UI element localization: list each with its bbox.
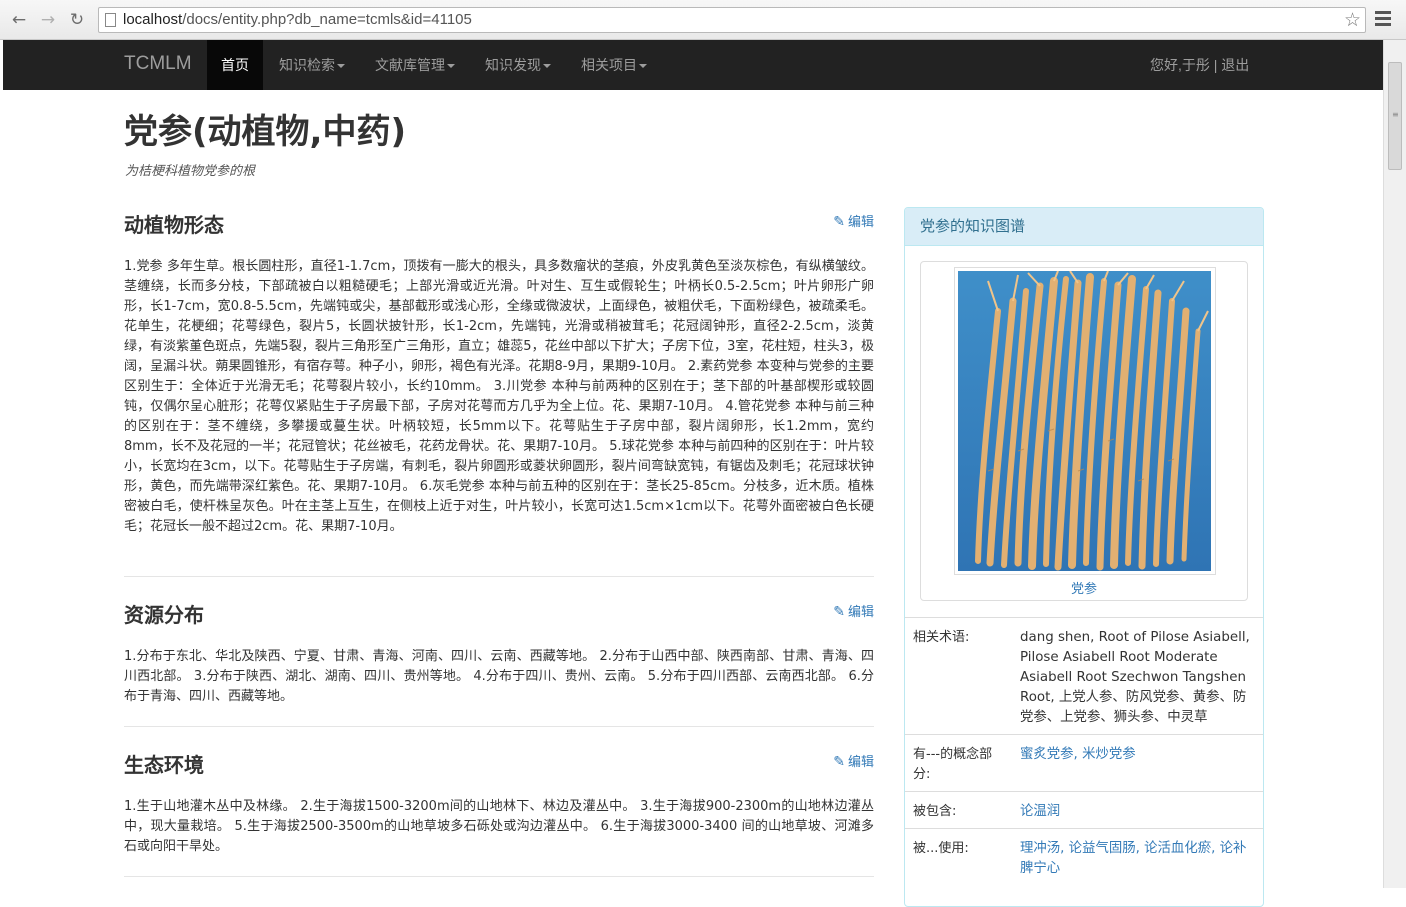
user-greeting-logout[interactable]: 您好,于彤 | 退出 xyxy=(1150,40,1249,90)
section-distribution: 资源分布 ✎ 编辑 1.分布于东北、华北及陕西、宁夏、甘肃、青海、河南、四川、云南… xyxy=(124,599,874,727)
property-row: 被...使用: 理冲汤, 论益气固肠, 论活血化瘀, 论补脾宁心 xyxy=(905,828,1263,889)
property-key: 被...使用: xyxy=(913,841,969,856)
caret-down-icon xyxy=(447,64,455,69)
brand-logo[interactable]: TCMLM xyxy=(124,53,192,75)
edit-label: 编辑 xyxy=(847,755,874,770)
page-title: 党参(动植物,中药) xyxy=(124,112,406,152)
nav-knowledge-discovery-label: 知识发现 xyxy=(485,57,541,73)
pencil-icon: ✎ xyxy=(833,754,845,770)
divider xyxy=(124,876,874,877)
grip-icon: ≡ xyxy=(1392,110,1399,119)
edit-link[interactable]: ✎ 编辑 xyxy=(833,601,874,620)
nav-knowledge-search[interactable]: 知识检索 xyxy=(279,40,345,90)
section-morphology: 动植物形态 ✎ 编辑 1.党参 多年生草。根长圆柱形，直径1-1.7cm，顶拨有一… xyxy=(124,209,874,577)
caret-down-icon xyxy=(337,64,345,69)
page-scrollbar[interactable]: ≡ xyxy=(1383,40,1406,888)
root-photo[interactable] xyxy=(954,267,1216,575)
divider xyxy=(124,726,874,727)
edit-link[interactable]: ✎ 编辑 xyxy=(833,751,874,770)
back-arrow-icon[interactable]: ← xyxy=(8,9,30,31)
nav-literature-management-label: 文献库管理 xyxy=(375,57,445,73)
url-text[interactable]: localhost/docs/entity.php?db_name=tcmls&… xyxy=(123,11,472,28)
forward-arrow-icon[interactable]: → xyxy=(37,9,59,31)
property-value-links[interactable]: 论温润 xyxy=(1020,802,1256,822)
nav-knowledge-search-label: 知识检索 xyxy=(279,57,335,73)
nav-literature-management[interactable]: 文献库管理 xyxy=(375,40,455,90)
divider xyxy=(124,576,874,577)
pencil-icon: ✎ xyxy=(833,214,845,230)
section-body: 1.生于山地灌木丛中及林缘。 2.生于海拔1500-3200m间的山地林下、林边… xyxy=(124,799,874,854)
nav-related-projects[interactable]: 相关项目 xyxy=(581,40,647,90)
section-body: 1.分布于东北、华北及陕西、宁夏、甘肃、青海、河南、四川、云南、西藏等地。 2.… xyxy=(124,649,874,704)
property-value: dang shen, Root of Pilose Asiabell, Pilo… xyxy=(1020,630,1250,725)
nav-related-projects-label: 相关项目 xyxy=(581,57,637,73)
caret-down-icon xyxy=(543,64,551,69)
url-path: /docs/entity.php?db_name=tcmls&id=41105 xyxy=(182,11,472,28)
edit-label: 编辑 xyxy=(847,215,874,230)
site-navbar: TCMLM 首页 知识检索 文献库管理 知识发现 相关项目 您好,于彤 | 退出 xyxy=(3,40,1383,90)
property-key: 有---的概念部分: xyxy=(913,747,993,782)
property-value-links[interactable]: 理冲汤, 论益气固肠, 论活血化瘀, 论补脾宁心 xyxy=(1020,839,1256,879)
image-caption[interactable]: 党参 xyxy=(921,578,1247,597)
page-subtitle: 为桔梗科植物党参的根 xyxy=(125,164,256,179)
property-key: 相关术语: xyxy=(913,630,970,645)
reload-icon[interactable]: ↻ xyxy=(66,9,88,31)
scrollbar-thumb[interactable]: ≡ xyxy=(1388,62,1402,170)
nav-home[interactable]: 首页 xyxy=(207,40,263,90)
bookmark-star-icon[interactable]: ☆ xyxy=(1344,9,1361,31)
property-row: 被包含: 论温润 xyxy=(905,791,1263,829)
property-value-links[interactable]: 蜜炙党参, 米炒党参 xyxy=(1020,745,1256,765)
caret-down-icon xyxy=(639,64,647,69)
browser-menu-icon[interactable] xyxy=(1375,11,1391,27)
browser-toolbar: ← → ↻ localhost/docs/entity.php?db_name=… xyxy=(0,0,1406,40)
pencil-icon: ✎ xyxy=(833,604,845,620)
section-heading: 生态环境 xyxy=(124,753,204,777)
codonopsis-root-image xyxy=(958,271,1211,571)
nav-knowledge-discovery[interactable]: 知识发现 xyxy=(485,40,551,90)
section-heading: 动植物形态 xyxy=(124,213,224,237)
section-body: 1.党参 多年生草。根长圆柱形，直径1-1.7cm，顶拨有一膨大的根头，具多数瘤… xyxy=(124,259,874,534)
image-thumbnail[interactable]: 党参 xyxy=(920,261,1248,601)
page-icon xyxy=(105,13,116,27)
property-row: 相关术语: dang shen, Root of Pilose Asiabell… xyxy=(905,617,1263,735)
knowledge-graph-panel: 党参的知识图谱 党参 相关术语: dang shen, Root of Pilo… xyxy=(904,207,1264,907)
section-heading: 资源分布 xyxy=(124,603,204,627)
nav-home-label: 首页 xyxy=(221,57,249,73)
section-habitat: 生态环境 ✎ 编辑 1.生于山地灌木丛中及林缘。 2.生于海拔1500-3200m… xyxy=(124,749,874,877)
edit-link[interactable]: ✎ 编辑 xyxy=(833,211,874,230)
address-bar[interactable]: localhost/docs/entity.php?db_name=tcmls&… xyxy=(98,7,1366,33)
property-row: 有---的概念部分: 蜜炙党参, 米炒党参 xyxy=(905,734,1263,792)
url-host: localhost xyxy=(123,11,183,28)
property-key: 被包含: xyxy=(913,804,957,819)
edit-label: 编辑 xyxy=(847,605,874,620)
panel-title: 党参的知识图谱 xyxy=(905,208,1263,246)
